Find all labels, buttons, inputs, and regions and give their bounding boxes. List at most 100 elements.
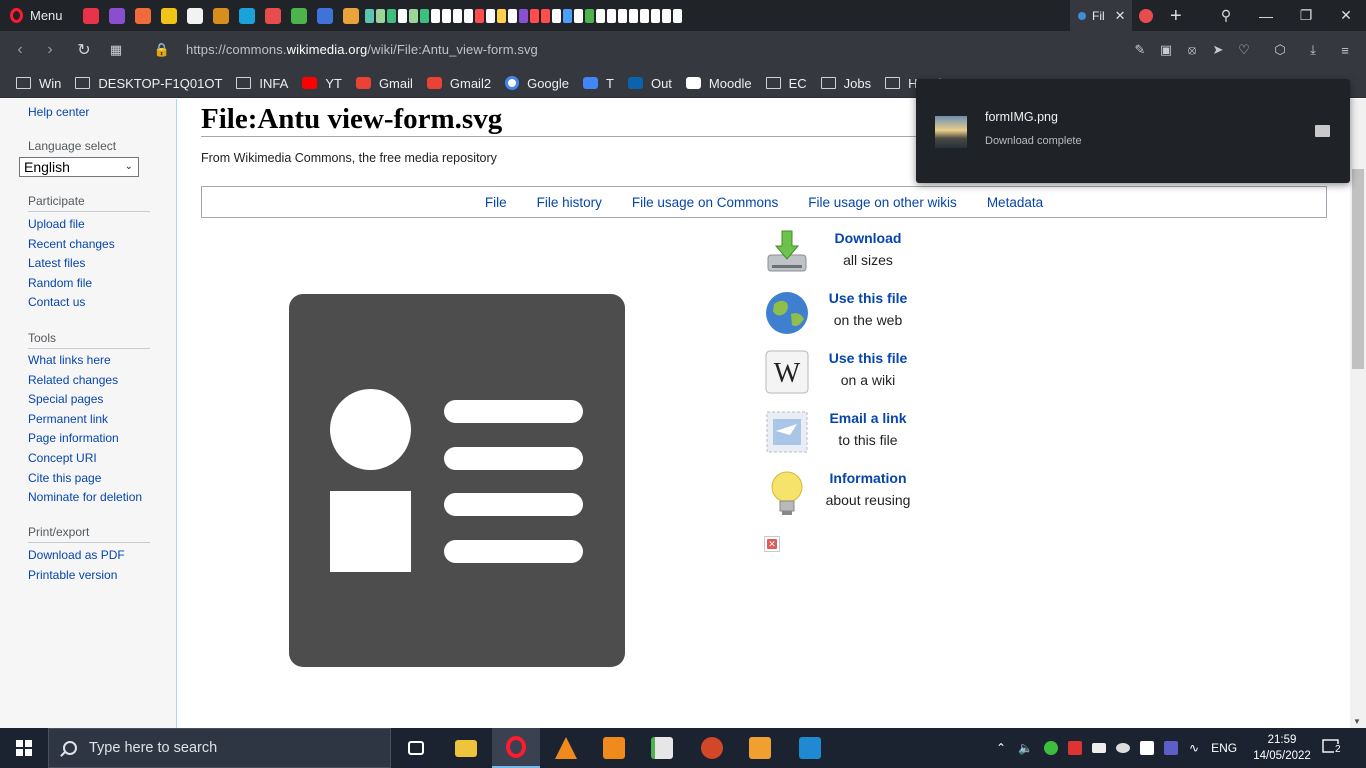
opera-taskbar-icon[interactable] (492, 728, 540, 768)
reuse-action-link[interactable]: Use this file (810, 350, 926, 366)
tab-favicon-icon[interactable] (585, 9, 594, 23)
pinned-tab-icon[interactable] (265, 8, 281, 24)
bookmark-jobs[interactable]: Jobs (820, 76, 871, 91)
folder-icon[interactable] (1315, 125, 1330, 137)
language-select[interactable]: English ⌄ (19, 157, 139, 177)
bookmark-yt[interactable]: YT (302, 76, 342, 91)
download-icon[interactable] (764, 229, 810, 275)
sidebar-item-download-as-pdf[interactable]: Download as PDF (28, 548, 125, 562)
tab-metadata[interactable]: Metadata (987, 195, 1043, 210)
sidebar-item-what-links-here[interactable]: What links here (28, 353, 111, 367)
bookmark-t[interactable]: T (583, 76, 614, 91)
tab-favicon-icon[interactable] (431, 9, 440, 23)
task-view-button[interactable] (392, 728, 440, 768)
language-indicator[interactable]: ENG (1211, 741, 1237, 755)
tab-favicon-icon[interactable] (541, 9, 550, 23)
file-explorer-icon[interactable] (442, 728, 490, 768)
tab-favicon-icon[interactable] (442, 9, 451, 23)
heart-icon[interactable]: ♡ (1235, 41, 1253, 59)
send-icon[interactable]: ➤ (1209, 41, 1227, 59)
tab-favicon-icon[interactable] (475, 9, 484, 23)
tab-favicon-icon[interactable] (629, 9, 638, 23)
url-field[interactable]: https://commons.wikimedia.org/wiki/File:… (186, 42, 538, 57)
tab-favicon-icon[interactable] (398, 9, 407, 23)
tab-file-usage-on-other-wikis[interactable]: File usage on other wikis (808, 195, 957, 210)
tab-favicon-icon[interactable] (420, 9, 429, 23)
pdf-app-icon[interactable] (590, 728, 638, 768)
scroll-down-arrow-icon[interactable]: ▼ (1353, 717, 1361, 726)
bookmark-gmail2[interactable]: Gmail2 (426, 76, 491, 91)
sidebar-item-related-changes[interactable]: Related changes (28, 373, 118, 387)
sidebar-item-special-pages[interactable]: Special pages (28, 392, 103, 406)
sidebar-item-concept-uri[interactable]: Concept URI (28, 451, 97, 465)
teams-icon[interactable] (1164, 741, 1179, 755)
sidebar-item-upload-file[interactable]: Upload file (28, 217, 85, 231)
pinned-tab-icon[interactable] (83, 8, 99, 24)
adblock-icon[interactable]: ⦻ (1183, 41, 1201, 59)
taskbar-search[interactable]: Type here to search (48, 728, 391, 768)
new-tab-button[interactable]: + (1170, 6, 1182, 26)
tab-favicon-icon[interactable] (486, 9, 495, 23)
reload-button[interactable]: ↻ (70, 31, 98, 69)
tab-favicon-icon[interactable] (574, 9, 583, 23)
page-scrollbar[interactable]: ▼ (1350, 99, 1366, 728)
start-button[interactable] (0, 728, 48, 768)
tab-favicon-icon[interactable] (640, 9, 649, 23)
wifi-icon[interactable]: ∿ (1189, 741, 1199, 755)
tab-favicon-icon[interactable] (607, 9, 616, 23)
sidebar-item-cite-this-page[interactable]: Cite this page (28, 471, 101, 485)
download-filename[interactable]: formIMG.png (985, 110, 1058, 124)
vlc-icon[interactable] (542, 728, 590, 768)
pinned-tab-icon[interactable] (109, 8, 125, 24)
tab-favicon-icon[interactable] (376, 9, 385, 23)
tab-favicon-icon[interactable] (662, 9, 671, 23)
defender-icon[interactable] (1140, 741, 1155, 755)
restore-button[interactable]: ❐ (1286, 0, 1326, 31)
minimize-button[interactable]: — (1246, 0, 1286, 31)
cube-icon[interactable]: ⬡ (1271, 41, 1289, 59)
email-icon[interactable] (764, 409, 810, 455)
tab-file-history[interactable]: File history (537, 195, 602, 210)
close-tab-icon[interactable]: ✕ (1115, 8, 1126, 24)
reuse-action-link[interactable]: Information (810, 470, 926, 486)
bookmark-infa[interactable]: INFA (236, 76, 288, 91)
tab-favicon-icon[interactable] (519, 9, 528, 23)
tab-file[interactable]: File (485, 195, 507, 210)
tab-favicon-icon[interactable] (530, 9, 539, 23)
tab-file-usage-on-commons[interactable]: File usage on Commons (632, 195, 778, 210)
tab-favicon-icon[interactable] (651, 9, 660, 23)
pinned-tab-icon[interactable] (161, 8, 177, 24)
bookmark-gmail[interactable]: Gmail (355, 76, 413, 91)
pinned-tab-icon[interactable] (213, 8, 229, 24)
pinned-tab-icon[interactable] (343, 8, 359, 24)
tab-favicon-icon[interactable] (508, 9, 517, 23)
sidebar-item-contact-us[interactable]: Contact us (28, 295, 85, 309)
tab-favicon-icon[interactable] (464, 9, 473, 23)
tab-favicon-icon[interactable] (618, 9, 627, 23)
security-ok-icon[interactable] (1044, 741, 1059, 755)
active-tab[interactable]: Fil ✕ (1070, 0, 1132, 31)
google-tab-icon[interactable] (1139, 8, 1153, 23)
lightbulb-icon[interactable] (764, 469, 810, 515)
scrollbar-thumb[interactable] (1352, 169, 1364, 369)
tab-favicon-icon[interactable] (552, 9, 561, 23)
back-button[interactable]: ‹ (6, 31, 34, 69)
bookmark-moodle[interactable]: Moodle (685, 76, 752, 91)
wikipedia-icon[interactable]: W (764, 349, 810, 395)
bookmark-desktop-f1q01ot[interactable]: DESKTOP-F1Q01OT (75, 76, 222, 91)
volume-icon[interactable]: 🔈 (1018, 741, 1033, 755)
sidebar-item-printable-version[interactable]: Printable version (28, 568, 117, 582)
tab-favicon-icon[interactable] (596, 9, 605, 23)
bookmark-win[interactable]: Win (16, 76, 61, 91)
pinned-tab-icon[interactable] (135, 8, 151, 24)
reuse-action-link[interactable]: Email a link (810, 410, 926, 426)
media-player-icon[interactable] (736, 728, 784, 768)
bookmark-ec[interactable]: EC (765, 76, 807, 91)
recorder-icon[interactable] (1068, 741, 1083, 755)
edit-icon[interactable]: ✎ (1131, 41, 1149, 59)
sidebar-help-center[interactable]: Help center (28, 105, 89, 119)
globe-icon[interactable] (764, 289, 810, 335)
reuse-action-link[interactable]: Download (810, 230, 926, 246)
tab-favicon-icon[interactable] (453, 9, 462, 23)
pinned-tab-icon[interactable] (291, 8, 307, 24)
